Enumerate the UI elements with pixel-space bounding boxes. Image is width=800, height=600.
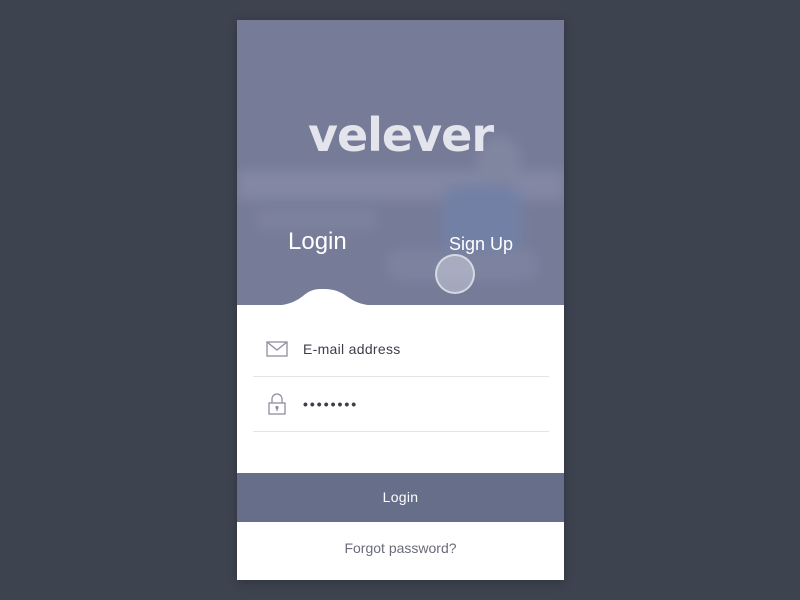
forgot-password-link[interactable]: Forgot password? [237,540,564,556]
hero-banner: velever Login Sign Up [237,20,564,305]
envelope-icon [266,341,288,357]
app-logo: velever [307,108,494,162]
touch-indicator [435,254,475,294]
tab-signup[interactable]: Sign Up [449,234,513,255]
lock-icon [268,393,286,415]
login-card: velever Login Sign Up Login Forgot passw… [237,20,564,580]
login-button[interactable]: Login [237,473,564,522]
email-field[interactable] [303,336,543,362]
password-field-row [253,377,549,432]
email-field-row [253,322,549,377]
active-tab-indicator [281,289,368,305]
tab-login[interactable]: Login [288,228,347,256]
password-field[interactable] [303,391,543,417]
blurred-background-photo [237,20,564,305]
